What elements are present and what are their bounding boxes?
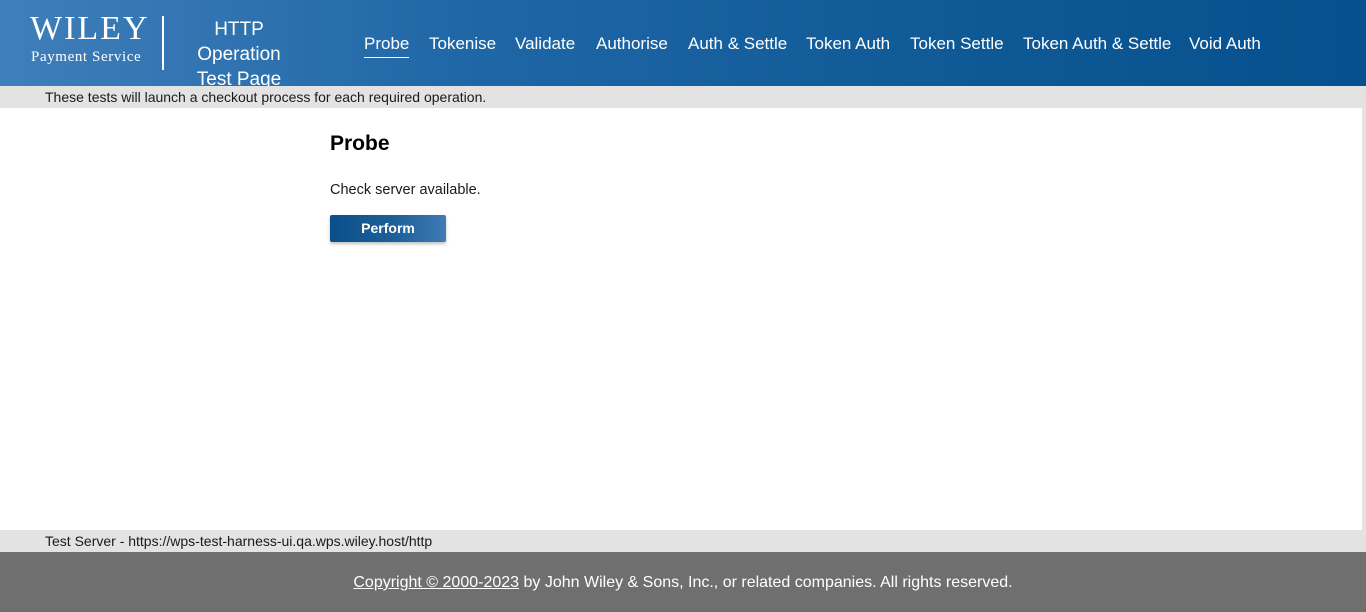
site-header: WILEY Payment Service HTTP Operation Tes… <box>0 0 1366 90</box>
nav-tokenise[interactable]: Tokenise <box>429 33 496 55</box>
nav-token-auth[interactable]: Token Auth <box>806 33 890 55</box>
server-url-text: Test Server - https://wps-test-harness-u… <box>45 533 433 549</box>
perform-button[interactable]: Perform <box>330 215 446 242</box>
footer-text: Copyright © 2000-2023 by John Wiley & So… <box>0 572 1366 594</box>
copyright-text: by John Wiley & Sons, Inc., or related c… <box>519 574 1013 591</box>
site-footer: Copyright © 2000-2023 by John Wiley & So… <box>0 552 1366 612</box>
operation-title: Probe <box>330 132 390 155</box>
page-heading-line1: HTTP Operation <box>197 19 281 65</box>
info-bar: These tests will launch a checkout proce… <box>0 86 1366 108</box>
nav-authorise[interactable]: Authorise <box>596 33 668 55</box>
server-bar: Test Server - https://wps-test-harness-u… <box>0 530 1366 552</box>
nav-validate[interactable]: Validate <box>515 33 575 55</box>
logo-subtitle: Payment Service <box>31 49 142 65</box>
wiley-logo[interactable]: WILEY Payment Service <box>30 10 155 70</box>
nav-probe[interactable]: Probe <box>364 33 410 58</box>
nav-auth-settle[interactable]: Auth & Settle <box>688 33 787 55</box>
nav-void-auth[interactable]: Void Auth <box>1189 33 1261 55</box>
operation-description: Check server available. <box>330 182 481 198</box>
right-edge-border <box>1362 108 1366 530</box>
page-heading: HTTP Operation Test Page <box>172 17 306 92</box>
header-divider <box>162 16 164 70</box>
info-text: These tests will launch a checkout proce… <box>45 89 487 105</box>
logo-wordmark: WILEY <box>30 10 150 47</box>
nav-token-auth-settle[interactable]: Token Auth & Settle <box>1023 33 1171 55</box>
nav-token-settle[interactable]: Token Settle <box>910 33 1004 55</box>
copyright-link[interactable]: Copyright © 2000-2023 <box>353 574 519 591</box>
